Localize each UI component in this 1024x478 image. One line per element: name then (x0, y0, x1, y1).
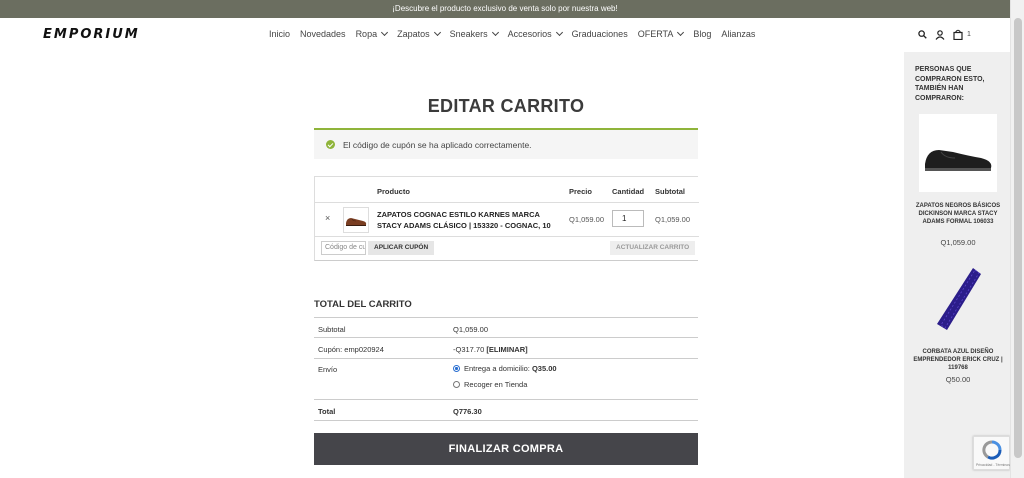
header-icons: 1 (918, 29, 971, 40)
nav-item-graduaciones[interactable]: Graduaciones (572, 29, 628, 39)
chevron-down-icon (555, 28, 563, 37)
nav-item-alianzas[interactable]: Alianzas (721, 29, 755, 39)
coupon-value-group: -Q317.70 [ELIMINAR] (453, 345, 528, 354)
total-value: Q776.30 (453, 407, 482, 416)
recaptcha-badge[interactable]: Privacidad - Términos (973, 436, 1010, 470)
radio-unselected-icon[interactable] (453, 381, 460, 388)
nav-item-sneakers[interactable]: Sneakers (449, 28, 499, 39)
chevron-down-icon (381, 28, 389, 37)
totals-row-shipping: Envío Entrega a domicilio: Q35.00 Recoge… (314, 359, 698, 400)
success-notice: El código de cupón se ha aplicado correc… (314, 128, 698, 159)
chevron-down-icon (677, 28, 685, 37)
site-header: EMPORIUM Inicio Novedades Ropa Zapatos S… (0, 18, 1010, 52)
site-logo[interactable]: EMPORIUM (43, 27, 140, 42)
nav-label: Graduaciones (571, 29, 628, 39)
coupon-label: Cupón: emp020924 (318, 345, 384, 354)
column-header-quantity: Cantidad (612, 187, 645, 196)
related-product-price: Q1,059.00 (940, 238, 976, 247)
nav-item-novedades[interactable]: Novedades (300, 29, 346, 39)
shipping-option-delivery[interactable]: Entrega a domicilio: Q35.00 (453, 364, 557, 373)
shipping-option-label: Entrega a domicilio: (464, 364, 530, 373)
chevron-down-icon (433, 28, 441, 37)
recaptcha-icon (982, 440, 1002, 460)
product-image-black-shoes[interactable] (919, 114, 997, 192)
nav-label: Novedades (300, 29, 346, 39)
recaptcha-text: Privacidad - Términos (976, 463, 1010, 467)
nav-item-blog[interactable]: Blog (693, 29, 711, 39)
shipping-label: Envío (318, 365, 338, 374)
cart-totals-table: Subtotal Q1,059.00 Cupón: emp020924 -Q31… (314, 317, 698, 421)
nav-label: Accesorios (507, 29, 552, 39)
shipping-option-label: Recoger en Tienda (464, 380, 528, 389)
nav-item-accesorios[interactable]: Accesorios (507, 28, 563, 39)
black-shoe-image (925, 150, 992, 171)
nav-label: OFERTA (637, 29, 674, 39)
totals-row-coupon: Cupón: emp020924 -Q317.70 [ELIMINAR] (314, 338, 698, 359)
nav-label: Alianzas (721, 29, 756, 39)
radio-selected-icon[interactable] (453, 365, 460, 372)
quantity-input[interactable]: 1 (612, 210, 644, 227)
scrollbar-thumb[interactable] (1014, 18, 1022, 458)
shipping-option-pickup[interactable]: Recoger en Tienda (453, 380, 527, 389)
cart-totals-title: TOTAL DEL CARRITO (314, 299, 412, 310)
blue-tie-image (937, 268, 981, 330)
user-icon[interactable] (935, 29, 945, 40)
checkout-button[interactable]: FINALIZAR COMPRA (314, 433, 698, 465)
nav-item-inicio[interactable]: Inicio (269, 29, 290, 39)
related-products-heading: PERSONAS QUE COMPRARON ESTO, TAMBIÉN HAN… (915, 66, 985, 102)
total-label: Total (318, 407, 336, 416)
cart-table: Producto Precio Cantidad Subtotal × ZAPA… (314, 176, 699, 261)
related-product-name[interactable]: ZAPATOS NEGROS BÁSICOS DICKINSON MARCA S… (912, 202, 1004, 226)
update-cart-button[interactable]: ACTUALIZAR CARRITO (610, 241, 696, 255)
related-products-sidebar: PERSONAS QUE COMPRARON ESTO, TAMBIÉN HAN… (904, 52, 1010, 478)
product-name-link[interactable]: ZAPATOS COGNAC ESTILO KARNES MARCA STACY… (377, 209, 562, 231)
apply-coupon-button[interactable]: APLICAR CUPÓN (368, 241, 435, 255)
divider (315, 202, 699, 203)
cart-icon[interactable] (953, 29, 963, 40)
nav-item-zapatos[interactable]: Zapatos (397, 28, 441, 39)
column-header-product: Producto (377, 187, 410, 196)
nav-label: Ropa (355, 29, 378, 39)
nav-label: Blog (693, 29, 712, 39)
page-scrollbar[interactable] (1010, 0, 1024, 478)
chevron-down-icon (491, 28, 499, 37)
column-header-subtotal: Subtotal (655, 187, 685, 196)
nav-item-oferta[interactable]: OFERTA (637, 28, 685, 39)
notice-text: El código de cupón se ha aplicado correc… (343, 139, 532, 150)
product-thumbnail[interactable] (343, 207, 369, 233)
totals-row-subtotal: Subtotal Q1,059.00 (314, 317, 698, 338)
remove-item-button[interactable]: × (325, 213, 330, 223)
item-price: Q1,059.00 (569, 215, 605, 224)
product-image-blue-tie[interactable] (919, 260, 997, 338)
search-icon[interactable] (918, 30, 927, 39)
promo-bar: ¡Descubre el producto exclusivo de venta… (0, 0, 1010, 18)
nav-label: Sneakers (449, 29, 488, 39)
nav-item-ropa[interactable]: Ropa (355, 28, 389, 39)
column-header-price: Precio (569, 187, 592, 196)
brown-shoe-image (346, 218, 367, 226)
totals-row-total: Total Q776.30 (314, 400, 698, 421)
item-subtotal: Q1,059.00 (655, 215, 691, 224)
cart-count-badge: 1 (967, 31, 971, 38)
coupon-discount-value: -Q317.70 (453, 345, 485, 354)
subtotal-value: Q1,059.00 (453, 325, 489, 334)
remove-coupon-link[interactable]: [ELIMINAR] (486, 345, 527, 354)
related-product-price: Q50.00 (945, 375, 971, 384)
subtotal-label: Subtotal (318, 325, 346, 334)
related-product-name[interactable]: CORBATA AZUL DISEÑO EMPRENDEDOR ERICK CR… (912, 348, 1004, 372)
nav-label: Inicio (269, 29, 291, 39)
nav-label: Zapatos (397, 29, 430, 39)
coupon-code-input[interactable]: Código de cupón (321, 241, 366, 255)
main-nav: Inicio Novedades Ropa Zapatos Sneakers A… (269, 28, 765, 39)
check-circle-icon (326, 140, 335, 149)
page-title: EDITAR CARRITO (427, 96, 585, 116)
divider (315, 236, 699, 237)
shipping-price: Q35.00 (531, 364, 557, 373)
